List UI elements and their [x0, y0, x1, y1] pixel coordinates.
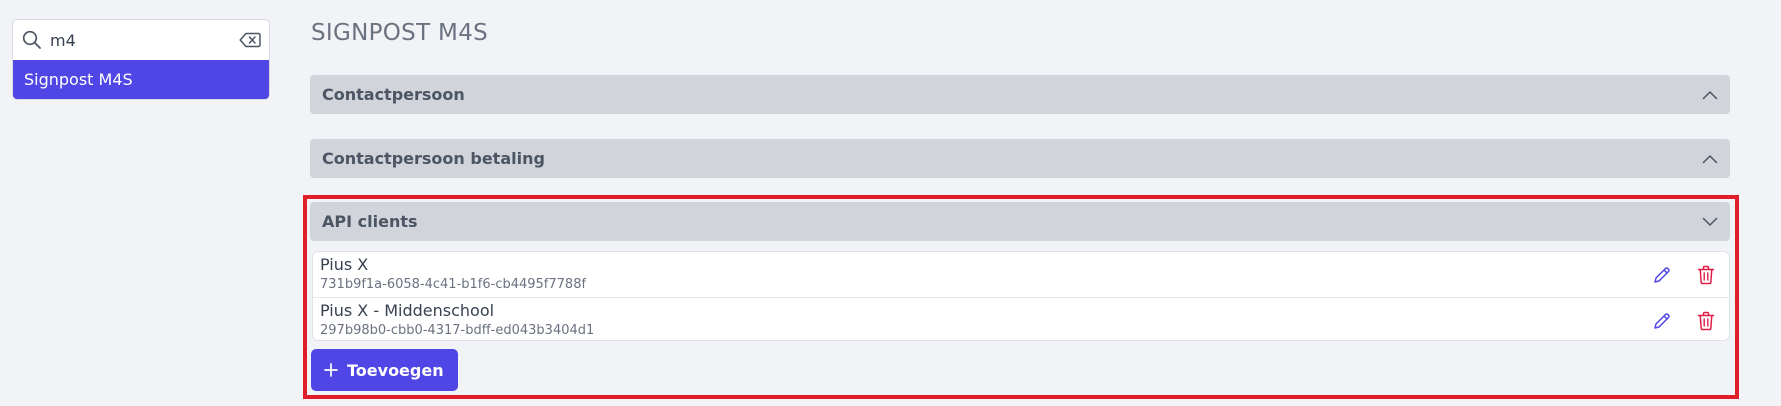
list-item: Pius X 731b9f1a-6058-4c41-b1f6-cb4495f77… — [313, 252, 1729, 297]
add-client-button[interactable]: Toevoegen — [311, 349, 458, 391]
trash-icon[interactable] — [1695, 264, 1717, 286]
section-header-api-clients[interactable]: API clients — [310, 202, 1730, 241]
list-item: Pius X - Middenschool 297b98b0-cbb0-4317… — [313, 297, 1729, 340]
section-header-contactpersoon[interactable]: Contactpersoon — [310, 75, 1730, 114]
add-button-label: Toevoegen — [347, 360, 444, 380]
page-title: SIGNPOST M4S — [311, 20, 489, 46]
section-header-contactpersoon-betaling[interactable]: Contactpersoon betaling — [310, 139, 1730, 178]
trash-icon[interactable] — [1695, 310, 1717, 332]
row-actions — [1651, 264, 1717, 286]
client-id: 731b9f1a-6058-4c41-b1f6-cb4495f7788f — [320, 277, 587, 292]
row-actions — [1651, 310, 1717, 332]
api-client-list: Pius X 731b9f1a-6058-4c41-b1f6-cb4495f77… — [312, 251, 1730, 341]
section-title: Contactpersoon betaling — [322, 149, 545, 168]
search-input[interactable] — [50, 30, 231, 50]
client-name: Pius X - Middenschool — [320, 301, 495, 320]
chevron-down-icon — [1702, 217, 1718, 227]
client-name: Pius X — [320, 255, 369, 274]
pencil-icon[interactable] — [1651, 264, 1673, 286]
section-title: Contactpersoon — [322, 85, 465, 104]
client-id: 297b98b0-cbb0-4317-bdff-ed043b3404d1 — [320, 323, 595, 338]
chevron-up-icon — [1702, 90, 1718, 100]
plus-icon — [324, 363, 338, 377]
search-bar — [13, 20, 269, 60]
section-title: API clients — [322, 212, 418, 231]
search-panel: Signpost M4S — [12, 19, 270, 100]
chevron-up-icon — [1702, 154, 1718, 164]
search-icon — [22, 30, 42, 50]
search-result-label: Signpost M4S — [24, 70, 133, 89]
pencil-icon[interactable] — [1651, 310, 1673, 332]
search-result-item[interactable]: Signpost M4S — [13, 60, 269, 99]
backspace-clear-icon[interactable] — [239, 32, 261, 48]
